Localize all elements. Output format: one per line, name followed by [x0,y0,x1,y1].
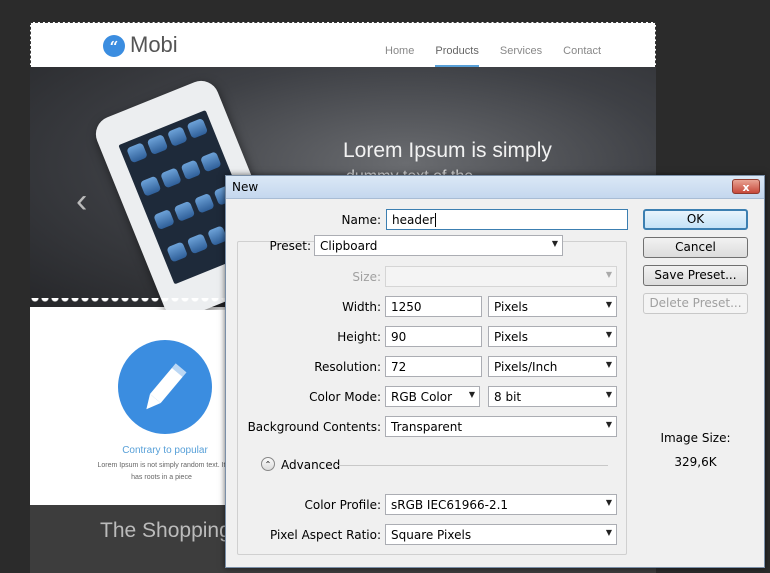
new-document-dialog: New x Name: header Preset: Clipboard ▼ S… [225,175,765,568]
color-profile-value: sRGB IEC61966-2.1 [391,498,509,512]
close-button[interactable]: x [732,179,760,194]
color-mode-label: Color Mode: [309,390,381,404]
preset-value: Clipboard [320,239,378,253]
preset-select[interactable]: Clipboard ▼ [314,235,563,256]
chevron-down-icon: ▼ [605,270,612,279]
width-label: Width: [342,300,381,314]
resolution-unit-value: Pixels/Inch [494,360,558,374]
width-unit-value: Pixels [494,300,529,314]
chevron-down-icon: ▼ [605,300,612,309]
color-profile-label: Color Profile: [304,498,382,512]
name-input[interactable]: header [386,209,628,230]
chevron-down-icon: ▼ [468,390,475,399]
pixel-aspect-select[interactable]: Square Pixels ▼ [385,524,617,545]
nav-services[interactable]: Services [500,45,542,57]
advanced-label[interactable]: Advanced [281,458,340,472]
width-input[interactable]: 1250 [385,296,482,317]
chevron-down-icon: ▼ [605,420,612,429]
logo-text: Mobi [130,32,178,57]
preset-label: Preset: [269,239,311,253]
height-unit-select[interactable]: Pixels ▼ [488,326,617,347]
chevron-down-icon: ▼ [605,390,612,399]
hero-prev-arrow-icon[interactable]: ‹ [76,182,87,221]
resolution-label: Resolution: [314,360,381,374]
chevron-down-icon: ▼ [551,239,558,248]
background-select[interactable]: Transparent ▼ [385,416,617,437]
advanced-divider [338,465,608,466]
dialog-titlebar[interactable]: New x [226,176,764,199]
name-label: Name: [341,213,381,227]
save-preset-button[interactable]: Save Preset... [643,265,748,286]
band-title: The Shopping [100,519,231,542]
height-label: Height: [337,330,381,344]
chevron-down-icon: ▼ [605,330,612,339]
cancel-button[interactable]: Cancel [643,237,748,258]
name-input-value: header [392,213,435,227]
background-value: Transparent [391,420,463,434]
hero-title: Lorem Ipsum is simply [343,139,552,162]
color-profile-select[interactable]: sRGB IEC61966-2.1 ▼ [385,494,617,515]
delete-preset-button[interactable]: Delete Preset... [643,293,748,314]
bit-depth-select[interactable]: 8 bit ▼ [488,386,617,407]
header-selection: “ Mobi Home Products Services Contact [30,22,656,68]
pencil-icon [118,340,212,434]
nav-products[interactable]: Products [435,45,479,67]
color-mode-value: RGB Color [391,390,453,404]
feature-title: Contrary to popular [122,445,208,456]
image-size-value: 329,6K [674,455,717,469]
pixel-aspect-label: Pixel Aspect Ratio: [270,528,381,542]
dialog-title: New [232,180,259,194]
size-label: Size: [352,270,381,284]
resolution-input[interactable]: 72 [385,356,482,377]
height-unit-value: Pixels [494,330,529,344]
height-input[interactable]: 90 [385,326,482,347]
background-label: Background Contents: [247,420,381,434]
site-nav: Home Products Services Contact [385,45,619,67]
size-select[interactable]: ▼ [385,266,617,287]
color-mode-select[interactable]: RGB Color ▼ [385,386,480,407]
ok-button[interactable]: OK [643,209,748,230]
logo-icon: “ [103,35,125,57]
chevron-down-icon: ▼ [605,498,612,507]
chevron-down-icon: ▼ [605,360,612,369]
pixel-aspect-value: Square Pixels [391,528,472,542]
image-size-label: Image Size: [660,431,731,445]
chevron-down-icon: ▼ [605,528,612,537]
bit-depth-value: 8 bit [494,390,522,404]
nav-contact[interactable]: Contact [563,45,601,57]
nav-home[interactable]: Home [385,45,414,57]
advanced-toggle-icon[interactable]: ⌃ [261,457,275,471]
width-unit-select[interactable]: Pixels ▼ [488,296,617,317]
feature-text: Lorem Ipsum is not simply random text. I… [97,462,226,481]
resolution-unit-select[interactable]: Pixels/Inch ▼ [488,356,617,377]
